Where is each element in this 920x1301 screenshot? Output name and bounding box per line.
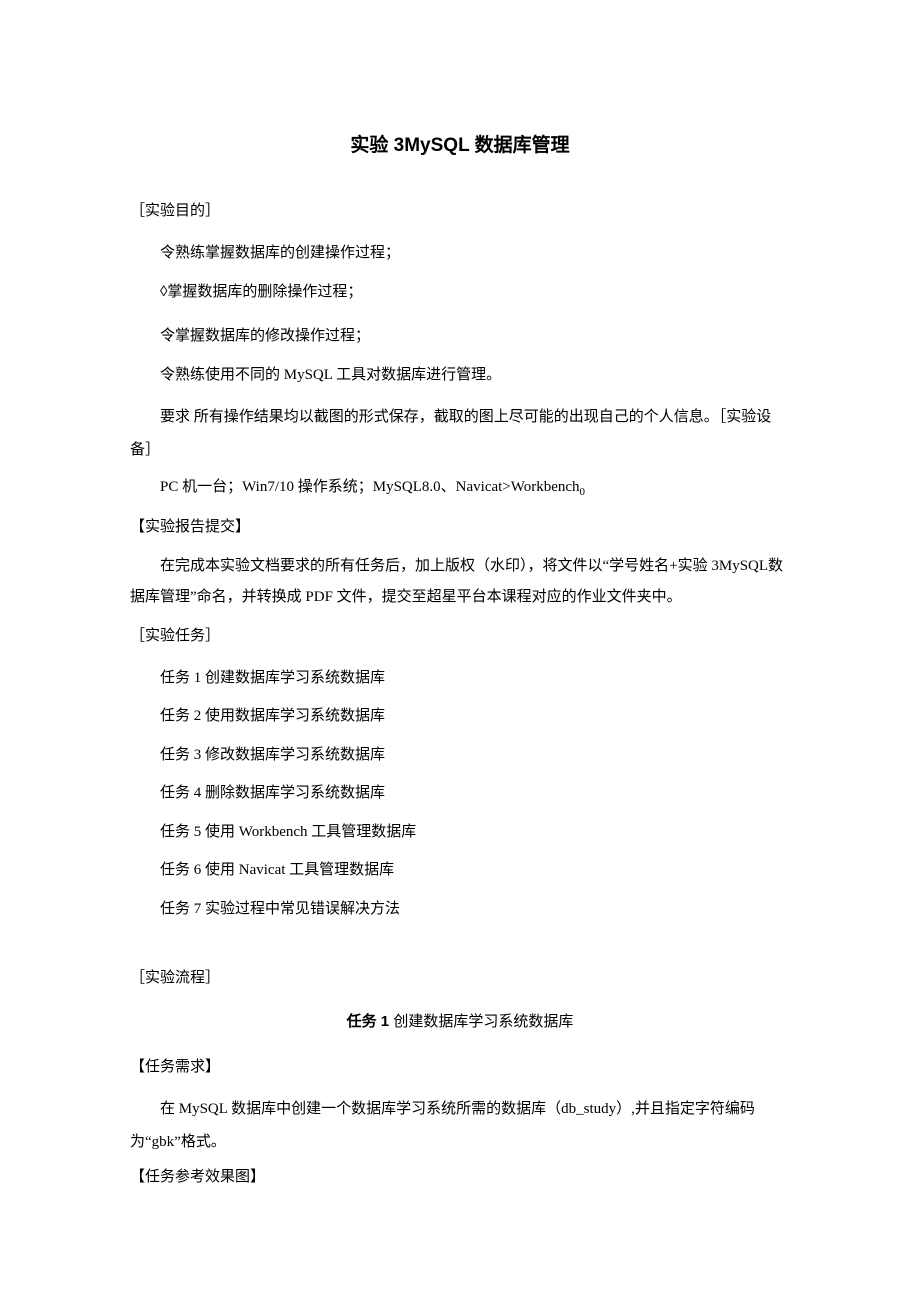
purpose-item-3: 令掌握数据库的修改操作过程；: [130, 324, 790, 350]
task-req-body: 在 MySQL 数据库中创建一个数据库学习系统所需的数据库（db_study）,…: [130, 1093, 790, 1159]
equipment-sub: 0: [580, 486, 586, 498]
purpose-item-1: 令熟练掌握数据库的创建操作过程；: [130, 241, 790, 267]
task-item-1: 任务 1 创建数据库学习系统数据库: [130, 666, 790, 692]
task-item-3: 任务 3 修改数据库学习系统数据库: [130, 743, 790, 769]
report-body: 在完成本实验文档要求的所有任务后，加上版权（水印），将文件以“学号姓名+实验 3…: [130, 551, 790, 614]
requirement-line: 要求 所有操作结果均以截图的形式保存，截取的图上尽可能的出现自己的个人信息。［实…: [130, 401, 790, 467]
task-req-header: 【任务需求】: [130, 1055, 790, 1079]
task1-title-rest: 创建数据库学习系统数据库: [393, 1014, 573, 1030]
task-item-2: 任务 2 使用数据库学习系统数据库: [130, 704, 790, 730]
task-item-7: 任务 7 实验过程中常见错误解决方法: [130, 897, 790, 923]
equipment-text: PC 机一台；Win7/10 操作系统；MySQL8.0、Navicat>Wor…: [160, 479, 580, 495]
task1-title-bold: 任务 1: [347, 1013, 394, 1030]
purpose-item-2: ◊掌握数据库的删除操作过程；: [130, 280, 790, 306]
document-page: 实验 3MySQL 数据库管理 ［实验目的］ 令熟练掌握数据库的创建操作过程； …: [0, 0, 920, 1289]
purpose-header: ［实验目的］: [130, 199, 790, 223]
equipment-line: PC 机一台；Win7/10 操作系统；MySQL8.0、Navicat>Wor…: [130, 475, 790, 502]
task-item-5: 任务 5 使用 Workbench 工具管理数据库: [130, 820, 790, 846]
task-item-6: 任务 6 使用 Navicat 工具管理数据库: [130, 858, 790, 884]
tasks-header: ［实验任务］: [130, 624, 790, 648]
purpose-item-4: 令熟练使用不同的 MySQL 工具对数据库进行管理。: [130, 363, 790, 389]
document-title: 实验 3MySQL 数据库管理: [130, 130, 790, 157]
task1-title: 任务 1 创建数据库学习系统数据库: [130, 1010, 790, 1031]
task-item-4: 任务 4 删除数据库学习系统数据库: [130, 781, 790, 807]
effect-header: 【任务参考效果图】: [130, 1165, 790, 1189]
flow-header: ［实验流程］: [130, 966, 790, 990]
report-header: 【实验报告提交】: [130, 515, 790, 539]
